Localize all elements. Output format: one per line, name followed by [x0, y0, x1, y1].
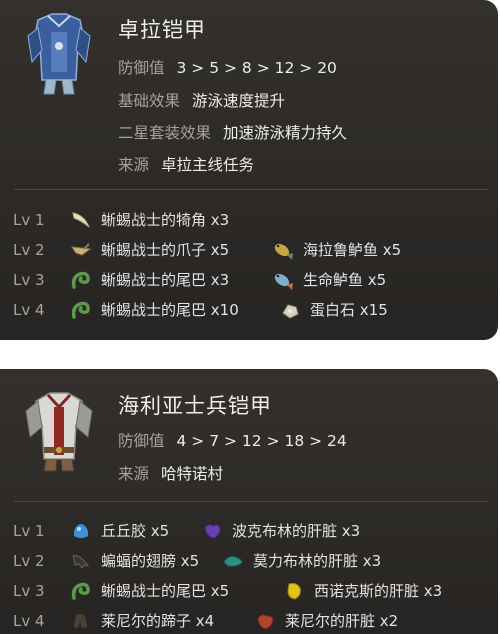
opal-icon [279, 299, 301, 321]
armor-card-zora: 卓拉铠甲 防御值 3 > 5 > 8 > 12 > 20 基础效果 游泳速度提升 二… [0, 0, 498, 340]
level-label: Lv 3 [13, 271, 45, 289]
level-label: Lv 1 [13, 522, 45, 540]
material-text: 丘丘胶 x5 [101, 522, 170, 540]
level-label: Lv 2 [13, 241, 45, 259]
level-label: Lv 1 [13, 211, 45, 229]
material-text: 莱尼尔的蹄子 x4 [101, 612, 215, 630]
level-label: Lv 4 [13, 301, 45, 319]
stat-label: 二星套装效果 [118, 124, 212, 142]
material-text: 莫力布林的肝脏 x3 [253, 552, 382, 570]
material-text: 西诺克斯的肝脏 x3 [314, 582, 443, 600]
lizalfos-horn-icon [70, 209, 92, 231]
material-text: 蜥蜴战士的尾巴 x3 [101, 271, 230, 289]
stat-value: 卓拉主线任务 [161, 156, 255, 174]
level-label: Lv 4 [13, 612, 45, 630]
lizalfos-tail-icon [70, 580, 92, 602]
level-label: Lv 3 [13, 582, 45, 600]
material-text: 蜥蜴战士的尾巴 x5 [101, 582, 230, 600]
lizalfos-talon-icon [70, 239, 92, 261]
material-text: 蜥蜴战士的犄角 x3 [101, 211, 230, 229]
stat-value: 游泳速度提升 [192, 92, 286, 110]
hinox-guts-icon [283, 580, 305, 602]
stat-row-base-effect: 基础效果 游泳速度提升 [118, 89, 285, 111]
stat-value: 3 > 5 > 8 > 12 > 20 [176, 59, 337, 77]
armor-card-soldier: 海利亚士兵铠甲 防御值 4 > 7 > 12 > 18 > 24 来源 哈特诺村 L… [0, 369, 498, 634]
hearty-bass-icon [272, 269, 294, 291]
level-label: Lv 2 [13, 552, 45, 570]
lynel-hoof-icon [70, 610, 92, 632]
keese-wing-icon [70, 550, 92, 572]
material-text: 蜥蜴战士的尾巴 x10 [101, 301, 239, 319]
material-text: 蝙蝠的翅膀 x5 [101, 552, 200, 570]
armor-title: 海利亚士兵铠甲 [118, 394, 272, 418]
lizalfos-tail-icon [70, 299, 92, 321]
stat-row-defense: 防御值 4 > 7 > 12 > 18 > 24 [118, 429, 347, 451]
material-text: 蛋白石 x15 [310, 301, 388, 319]
stat-label: 防御值 [118, 432, 165, 450]
material-text: 蜥蜴战士的爪子 x5 [101, 241, 230, 259]
stat-row-source: 来源 哈特诺村 [118, 462, 223, 484]
stat-row-set-effect: 二星套装效果 加速游泳精力持久 [118, 121, 347, 143]
stat-label: 来源 [118, 156, 150, 174]
stat-row-defense: 防御值 3 > 5 > 8 > 12 > 20 [118, 56, 337, 78]
hyrule-bass-icon [272, 239, 294, 261]
stat-label: 基础效果 [118, 92, 181, 110]
zora-armor-icon [18, 10, 100, 98]
stat-row-source: 来源 卓拉主线任务 [118, 153, 254, 175]
soldier-armor-icon [18, 387, 100, 475]
lynel-guts-icon [254, 610, 276, 632]
material-text: 莱尼尔的肝脏 x2 [285, 612, 399, 630]
divider [14, 189, 488, 190]
divider [14, 501, 488, 502]
material-text: 波克布林的肝脏 x3 [232, 522, 361, 540]
moblin-guts-icon [222, 550, 244, 572]
stat-label: 防御值 [118, 59, 165, 77]
material-text: 海拉鲁鲈鱼 x5 [303, 241, 402, 259]
armor-title: 卓拉铠甲 [118, 18, 206, 42]
chuchu-jelly-icon [70, 520, 92, 542]
material-text: 生命鲈鱼 x5 [303, 271, 387, 289]
bokoblin-guts-icon [201, 520, 223, 542]
lizalfos-tail-icon [70, 269, 92, 291]
stat-label: 来源 [118, 465, 150, 483]
stat-value: 哈特诺村 [161, 465, 224, 483]
stat-value: 4 > 7 > 12 > 18 > 24 [176, 432, 347, 450]
stat-value: 加速游泳精力持久 [223, 124, 348, 142]
